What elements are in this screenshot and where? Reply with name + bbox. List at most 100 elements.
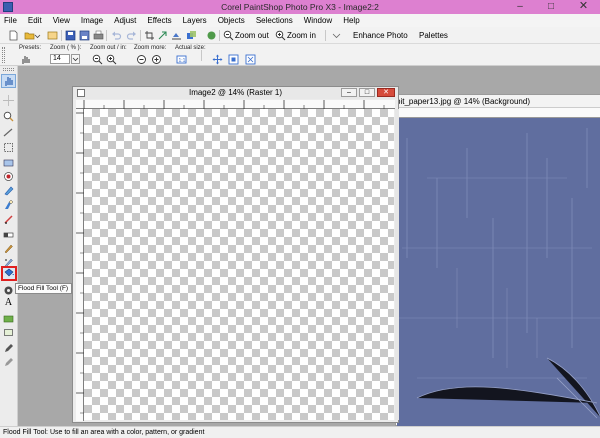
menu-help[interactable]: Help [343, 16, 359, 25]
enhance-photo-button[interactable]: Enhance Photo [353, 30, 408, 41]
tools-toolbar: A [0, 66, 18, 426]
actual-size-icon[interactable]: 1:1 [176, 54, 187, 65]
fit-screen-icon[interactable] [245, 54, 256, 65]
zoom-out-small-icon[interactable] [92, 54, 103, 65]
zoom-percent-label: Zoom ( % ): [50, 45, 82, 51]
tooltip: Flood Fill Tool (F) [15, 283, 72, 294]
presets-label: Presets: [19, 45, 42, 51]
standard-toolbar: Zoom out Zoom in Enhance Photo Palettes [0, 27, 600, 44]
menu-selections[interactable]: Selections [256, 16, 293, 25]
flood-fill-tool-button[interactable] [1, 266, 17, 281]
tools-grip[interactable] [3, 68, 14, 71]
toolbar-separator [219, 30, 220, 41]
maximize-button[interactable]: □ [536, 0, 566, 13]
zoom-tool-icon[interactable] [3, 111, 14, 122]
palettes-button[interactable]: Palettes [419, 30, 448, 41]
zoom-in-icon[interactable] [275, 30, 286, 41]
transparent-canvas[interactable] [84, 109, 394, 420]
dropper-tool-icon[interactable] [3, 157, 14, 168]
title-bar: Corel PaintShop Photo Pro X3 - Image2:2 … [0, 0, 600, 14]
zoom-out-icon[interactable] [223, 30, 234, 41]
scratch-remover-icon[interactable] [3, 214, 14, 225]
palette-grip[interactable] [2, 47, 5, 63]
ruler-ticks [76, 112, 84, 414]
document-titlebar[interactable]: Image2 @ 14% (Raster 1) – □ ✕ [73, 87, 398, 99]
zoom-in-label[interactable]: Zoom in [287, 30, 316, 41]
hand-pan-icon [5, 77, 13, 86]
flood-fill-icon [4, 268, 14, 277]
pan-tool-active[interactable] [1, 74, 16, 88]
print-icon[interactable] [93, 30, 104, 41]
color-icon[interactable] [206, 30, 217, 41]
document-window-paper[interactable]: pit_paper13.jpg @ 14% (Background) [395, 94, 600, 427]
zoom-more-out-icon[interactable] [136, 54, 147, 65]
text-tool-icon[interactable]: A [3, 297, 14, 308]
toolbar-separator [140, 30, 141, 41]
paper-texture-canvas[interactable] [397, 118, 600, 427]
selection-tool-icon[interactable] [3, 142, 14, 153]
status-bar: Flood Fill Tool: Use to fill an area wit… [0, 426, 600, 438]
minimize-button[interactable]: – [505, 0, 535, 13]
menu-image[interactable]: Image [81, 16, 103, 25]
straighten-tool-icon[interactable] [3, 127, 14, 138]
rectangle-tool-icon[interactable] [3, 327, 14, 338]
options-dropdown-icon[interactable] [331, 30, 342, 41]
new-file-icon[interactable] [8, 30, 19, 41]
menu-edit[interactable]: Edit [28, 16, 42, 25]
clone-brush-icon[interactable] [3, 199, 14, 210]
warp-brush-icon[interactable] [3, 356, 14, 367]
chevron-down-icon [72, 57, 79, 62]
ruler-ticks [83, 100, 385, 109]
fit-window-icon[interactable] [228, 54, 239, 65]
undo-icon[interactable] [111, 30, 122, 41]
zoom-more-in-icon[interactable] [151, 54, 162, 65]
tool-options-palette: Presets: Zoom ( % ): 14 Zoom out / in: Z… [0, 44, 600, 66]
toolbar-separator [201, 50, 202, 61]
makeover-tool-icon[interactable] [3, 185, 14, 196]
vertical-scrollbar[interactable] [395, 109, 399, 420]
doc-minimize-button[interactable]: – [341, 88, 357, 97]
doc-close-button[interactable]: ✕ [377, 88, 395, 97]
toolbar-separator [61, 30, 62, 41]
menu-view[interactable]: View [53, 16, 70, 25]
crop-icon[interactable] [144, 30, 155, 41]
red-eye-tool-icon[interactable] [3, 171, 14, 182]
doc-maximize-button[interactable]: □ [359, 88, 375, 97]
layers-icon[interactable] [186, 30, 197, 41]
hand-tool-icon[interactable] [20, 54, 31, 65]
browse-icon[interactable] [47, 30, 58, 41]
document-window-image2[interactable]: Image2 @ 14% (Raster 1) – □ ✕ [72, 86, 399, 423]
pan-icon[interactable] [212, 54, 223, 65]
eraser-tool-icon[interactable] [3, 229, 14, 240]
zoom-out-in-label: Zoom out / in: [90, 45, 127, 51]
preset-shape-icon[interactable] [3, 313, 14, 324]
zoom-percent-dropdown[interactable] [71, 54, 80, 64]
adjust-icon[interactable] [171, 30, 182, 41]
vertical-ruler [76, 109, 84, 421]
redo-icon[interactable] [126, 30, 137, 41]
save-icon[interactable] [65, 30, 76, 41]
menu-layers[interactable]: Layers [183, 16, 207, 25]
save-as-icon[interactable] [79, 30, 90, 41]
menu-adjust[interactable]: Adjust [114, 16, 136, 25]
close-button[interactable]: ✕ [567, 0, 600, 13]
paint-brush-icon[interactable] [3, 243, 14, 254]
document-title[interactable]: pit_paper13.jpg @ 14% (Background) [396, 95, 600, 108]
menu-effects[interactable]: Effects [147, 16, 171, 25]
zoom-in-small-icon[interactable] [106, 54, 117, 65]
color-replacer-icon[interactable] [3, 285, 14, 296]
zoom-percent-input[interactable]: 14 [50, 54, 70, 64]
pick-tool-icon[interactable] [3, 95, 14, 106]
toolbar-separator [106, 30, 107, 41]
zoom-more-label: Zoom more: [134, 45, 167, 51]
pen-tool-icon[interactable] [3, 342, 14, 353]
menu-window[interactable]: Window [304, 16, 332, 25]
paper-texture-image [397, 118, 600, 427]
menu-bar: File Edit View Image Adjust Effects Laye… [0, 14, 600, 27]
menu-file[interactable]: File [4, 16, 17, 25]
svg-text:1:1: 1:1 [179, 58, 186, 64]
zoom-out-label[interactable]: Zoom out [235, 30, 269, 41]
select-arrow-icon[interactable] [157, 30, 168, 41]
open-dropdown-icon[interactable] [34, 30, 41, 41]
menu-objects[interactable]: Objects [218, 16, 245, 25]
